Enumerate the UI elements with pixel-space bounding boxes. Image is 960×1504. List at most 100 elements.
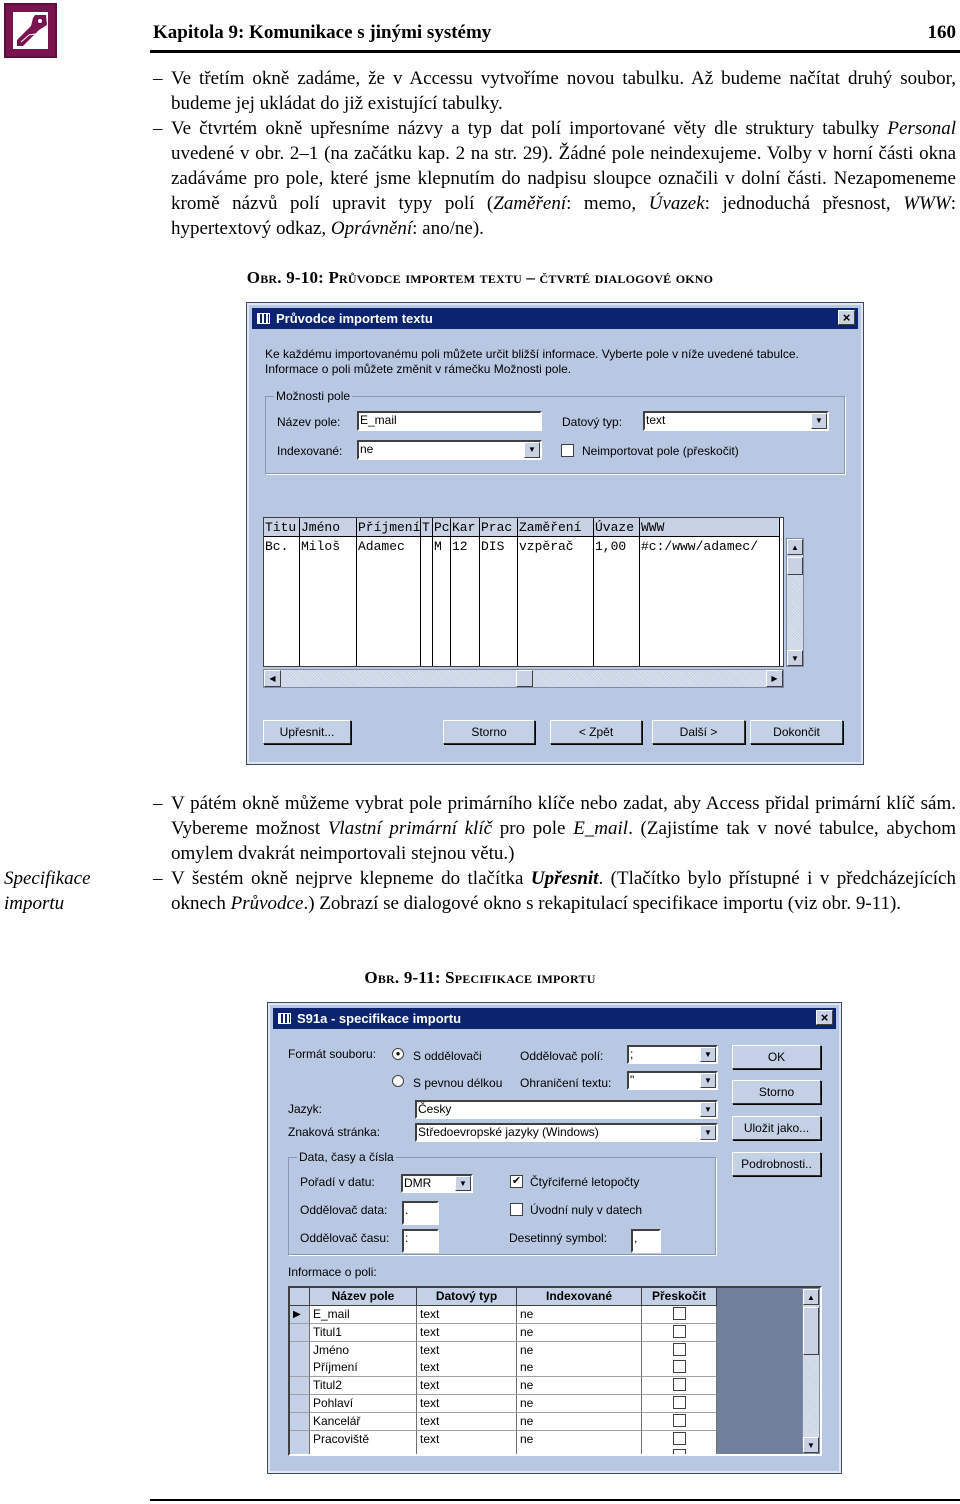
skip-checkbox[interactable] xyxy=(673,1360,686,1374)
close-button[interactable]: × xyxy=(816,1010,833,1025)
table-row[interactable]: Pohlaví text ne xyxy=(290,1395,717,1413)
chevron-down-icon[interactable]: ▼ xyxy=(455,1176,471,1191)
column-header[interactable]: Prac xyxy=(480,518,517,537)
leading-zeros-checkbox[interactable] xyxy=(510,1203,523,1216)
scroll-thumb[interactable] xyxy=(787,557,803,575)
skip-checkbox[interactable] xyxy=(673,1431,686,1445)
column-header[interactable]: WWW xyxy=(640,518,779,537)
field-name-cell[interactable] xyxy=(310,1448,417,1454)
data-type-cell[interactable]: text xyxy=(417,1430,517,1449)
vertical-scrollbar[interactable]: ▲ ▼ xyxy=(802,1288,820,1454)
skip-cell[interactable] xyxy=(642,1430,717,1449)
ok-button[interactable]: OK xyxy=(732,1045,821,1069)
scroll-left-button[interactable]: ◀ xyxy=(264,670,281,687)
skip-checkbox[interactable] xyxy=(673,1342,686,1356)
scroll-up-button[interactable]: ▲ xyxy=(803,1289,819,1305)
field-name-cell[interactable]: Kancelář xyxy=(310,1412,417,1431)
indexed-cell[interactable]: ne xyxy=(517,1341,642,1360)
column-header[interactable]: Pc xyxy=(433,518,450,537)
data-type-select[interactable]: text ▼ xyxy=(643,411,829,431)
codepage-select[interactable]: Středoevropské jazyky (Windows) ▼ xyxy=(415,1123,718,1142)
skip-checkbox[interactable] xyxy=(673,1324,686,1338)
field-name-cell[interactable]: Pohlaví xyxy=(310,1395,417,1413)
details-button[interactable]: Podrobnosti.. xyxy=(732,1152,821,1176)
skip-checkbox[interactable] xyxy=(673,1396,686,1409)
text-qualifier-select[interactable]: " ▼ xyxy=(627,1071,718,1090)
row-selector[interactable] xyxy=(290,1359,310,1378)
field-name-cell[interactable]: Jméno xyxy=(310,1341,417,1360)
table-row[interactable]: Titul2 text ne xyxy=(290,1377,717,1396)
field-info-grid[interactable]: ▲ ▼ Název pole Datový typ Indexované Přesko… xyxy=(288,1286,822,1456)
column-header[interactable]: Kar xyxy=(451,518,479,537)
scroll-right-button[interactable]: ▶ xyxy=(766,670,783,687)
language-select[interactable]: Česky ▼ xyxy=(415,1100,718,1119)
column-header[interactable]: T xyxy=(421,518,432,537)
column-header[interactable]: Přeskočit xyxy=(642,1288,717,1306)
column-header[interactable]: Indexované xyxy=(517,1288,642,1306)
field-delimiter-select[interactable]: ; ▼ xyxy=(627,1045,718,1064)
scroll-thumb[interactable] xyxy=(803,1307,819,1355)
row-selector[interactable] xyxy=(290,1448,310,1454)
current-row-indicator-icon[interactable]: ▶ xyxy=(290,1306,310,1324)
indexed-cell[interactable]: ne xyxy=(517,1377,642,1396)
preview-column[interactable]: Pc M xyxy=(433,518,451,666)
field-name-cell[interactable]: Titul1 xyxy=(310,1323,417,1342)
horizontal-scrollbar[interactable]: ◀ ▶ xyxy=(263,669,784,688)
skip-cell[interactable] xyxy=(642,1377,717,1396)
indexed-select[interactable]: ne ▼ xyxy=(357,440,542,460)
data-type-cell[interactable] xyxy=(417,1448,517,1454)
chevron-down-icon[interactable]: ▼ xyxy=(524,442,540,458)
indexed-cell[interactable]: ne xyxy=(517,1323,642,1342)
preview-column[interactable]: Jméno Miloš xyxy=(300,518,357,666)
row-selector[interactable] xyxy=(290,1395,310,1413)
column-header[interactable]: Název pole xyxy=(310,1288,417,1306)
row-selector[interactable] xyxy=(290,1341,310,1360)
indexed-cell[interactable]: ne xyxy=(517,1395,642,1413)
date-order-select[interactable]: DMR ▼ xyxy=(401,1174,473,1193)
row-selector[interactable] xyxy=(290,1430,310,1449)
skip-cell[interactable] xyxy=(642,1412,717,1431)
preview-column[interactable]: Příjmení Adamec xyxy=(357,518,421,666)
skip-checkbox[interactable] xyxy=(673,1449,686,1454)
column-header[interactable]: Titu xyxy=(264,518,299,537)
cancel-button[interactable]: Storno xyxy=(443,720,535,744)
data-type-cell[interactable]: text xyxy=(417,1306,517,1324)
indexed-cell[interactable]: ne xyxy=(517,1430,642,1449)
data-type-cell[interactable]: text xyxy=(417,1412,517,1431)
skip-field-checkbox[interactable] xyxy=(561,444,574,457)
grid-header-row[interactable]: Název pole Datový typ Indexované Přeskočit xyxy=(290,1288,717,1306)
skip-cell[interactable] xyxy=(642,1448,717,1454)
advanced-button[interactable]: Upřesnit... xyxy=(263,720,351,744)
time-delimiter-input[interactable]: : xyxy=(402,1229,439,1253)
scroll-down-button[interactable]: ▼ xyxy=(803,1437,819,1453)
field-name-cell[interactable]: E_mail xyxy=(310,1306,417,1324)
table-row[interactable]: Příjmení text ne xyxy=(290,1359,717,1378)
table-row[interactable]: Kancelář text ne xyxy=(290,1412,717,1431)
row-selector[interactable] xyxy=(290,1412,310,1431)
skip-cell[interactable] xyxy=(642,1359,717,1378)
table-row[interactable] xyxy=(290,1448,717,1454)
skip-checkbox[interactable] xyxy=(673,1307,686,1320)
radio-fixed-width[interactable] xyxy=(392,1075,404,1087)
finish-button[interactable]: Dokončit xyxy=(750,720,843,744)
data-type-cell[interactable]: text xyxy=(417,1359,517,1378)
data-type-cell[interactable]: text xyxy=(417,1377,517,1396)
scroll-up-button[interactable]: ▲ xyxy=(787,539,803,555)
chevron-down-icon[interactable]: ▼ xyxy=(700,1102,716,1117)
back-button[interactable]: < Zpět xyxy=(550,720,642,744)
preview-column[interactable]: Prac DIS xyxy=(480,518,518,666)
decimal-symbol-input[interactable]: , xyxy=(631,1229,661,1253)
field-name-cell[interactable]: Titul2 xyxy=(310,1377,417,1396)
indexed-cell[interactable] xyxy=(517,1448,642,1454)
chevron-down-icon[interactable]: ▼ xyxy=(811,413,827,429)
save-as-button[interactable]: Uložit jako... xyxy=(732,1116,821,1140)
preview-column[interactable]: Kar 12 xyxy=(451,518,480,666)
preview-column[interactable]: Zaměření vzpěrač xyxy=(518,518,594,666)
preview-column[interactable]: T xyxy=(421,518,433,666)
skip-cell[interactable] xyxy=(642,1306,717,1324)
skip-cell[interactable] xyxy=(642,1323,717,1342)
preview-column[interactable]: Úvaze 1,00 xyxy=(594,518,640,666)
skip-cell[interactable] xyxy=(642,1395,717,1413)
chevron-down-icon[interactable]: ▼ xyxy=(700,1073,716,1088)
preview-column[interactable]: WWW #c:/www/adamec/ xyxy=(640,518,780,666)
